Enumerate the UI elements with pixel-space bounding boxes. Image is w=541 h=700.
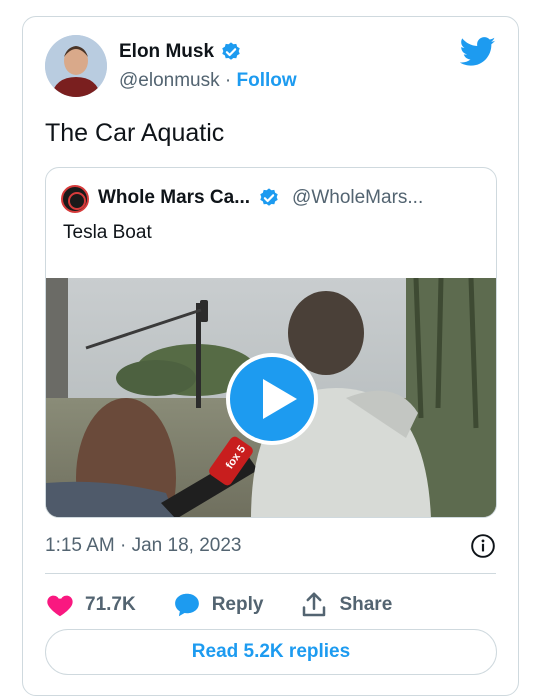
like-count: 71.7K [85,594,136,615]
author-name[interactable]: Elon Musk [119,41,214,63]
reply-button[interactable]: Reply [172,590,264,620]
share-upload-icon [303,592,326,617]
read-replies-button[interactable]: Read 5.2K replies [45,629,497,675]
play-button[interactable] [226,353,318,445]
author-handle[interactable]: @elonmusk [119,70,220,91]
tweet-text: The Car Aquatic [45,119,225,147]
video-thumbnail[interactable]: fox 5 [46,277,496,517]
quoted-tweet[interactable]: Whole Mars Ca... @WholeMars... Tesla Boa… [45,167,497,518]
verified-badge-icon [260,188,278,206]
reply-label: Reply [211,594,264,615]
quoted-author-handle[interactable]: @WholeMars... [292,187,423,209]
share-button[interactable]: Share [299,590,392,620]
share-label: Share [339,594,393,615]
author-handle-row: @elonmusk · Follow [119,70,297,92]
tweet-timestamp[interactable]: 1:15 AM · Jan 18, 2023 [45,535,241,557]
divider [45,573,496,574]
reply-bubble-icon [174,593,199,617]
quoted-author-name[interactable]: Whole Mars Ca... [98,187,250,209]
verified-badge-icon [222,42,240,60]
follow-button[interactable]: Follow [237,70,297,91]
separator-dot: · [224,70,232,91]
tweet-card: Elon Musk @elonmusk · Follow The Car Aqu… [22,16,519,696]
action-bar: 71.7K Reply Share [45,589,428,621]
quoted-avatar[interactable] [61,185,89,213]
like-button[interactable]: 71.7K [45,590,136,620]
author-name-row[interactable]: Elon Musk [119,41,242,63]
twitter-bird-icon[interactable] [460,37,496,67]
author-avatar[interactable] [45,35,107,97]
heart-icon [47,595,73,617]
quoted-text: Tesla Boat [63,222,152,243]
quoted-header: Whole Mars Ca... @WholeMars... [98,187,423,209]
info-icon[interactable] [470,533,496,559]
